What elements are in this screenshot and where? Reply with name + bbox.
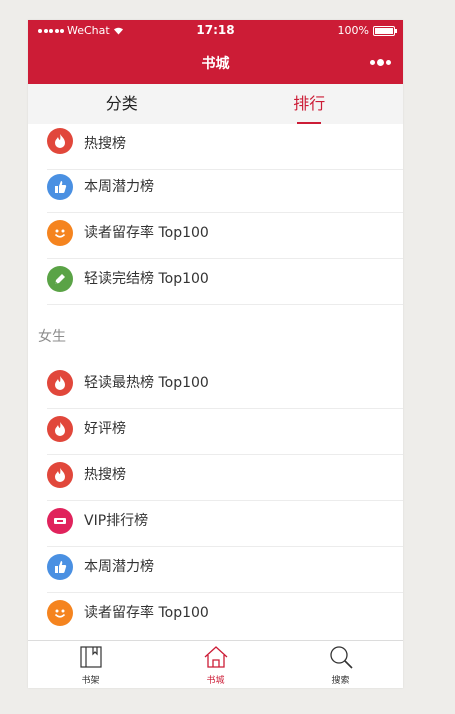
category-tabs: 分类 排行 — [28, 84, 403, 124]
list-item-label: 本周潜力榜 — [84, 559, 154, 575]
list-item-hot-search-female[interactable]: 热搜榜 — [47, 455, 403, 501]
list-item-weekly-potential-female[interactable]: 本周潜力榜 — [47, 547, 403, 593]
list-item-label: 热搜榜 — [84, 136, 126, 152]
list-item-label: 热搜榜 — [84, 467, 126, 483]
list-item-label: 好评榜 — [84, 421, 126, 437]
section-title-female: 女生 — [38, 329, 66, 345]
list-item-retention[interactable]: 读者留存率 Top100 — [47, 213, 403, 259]
ranking-list: 热搜榜 本周潜力榜 读者留存率 Top100 轻读完结榜 Top100 女生 轻… — [28, 124, 403, 638]
phone-screen: WeChat 17:18 100% 书城 分类 排行 热搜榜 本周潜力榜 读者留… — [28, 20, 403, 688]
smile-icon — [47, 220, 73, 246]
fire-icon — [47, 416, 73, 442]
list-item-label: 本周潜力榜 — [84, 179, 154, 195]
list-item-label: VIP排行榜 — [84, 513, 149, 529]
bottom-tab-label: 搜索 — [331, 676, 350, 686]
pen-icon — [47, 266, 73, 292]
list-item-label: 读者留存率 Top100 — [84, 225, 209, 241]
bottom-tab-label: 书架 — [81, 676, 100, 686]
list-item-hot-search[interactable]: 热搜榜 — [47, 124, 403, 170]
list-item-light-read-hottest[interactable]: 轻读最热榜 Top100 — [47, 363, 403, 409]
battery-indicator: 100% — [337, 24, 397, 37]
list-item-label: 读者留存率 Top100 — [84, 605, 209, 621]
list-item-completed[interactable]: 轻读完结榜 Top100 — [47, 259, 403, 305]
fire-icon — [47, 370, 73, 396]
thumbs-up-icon — [47, 554, 73, 580]
list-item-retention-female[interactable]: 读者留存率 Top100 — [47, 593, 403, 638]
page-title: 书城 — [201, 56, 230, 72]
list-item-label: 轻读完结榜 Top100 — [84, 271, 209, 287]
smile-icon — [47, 600, 73, 626]
battery-icon — [373, 25, 397, 36]
battery-percent: 100% — [337, 24, 369, 37]
bottom-tab-bookshelf[interactable]: 书架 — [28, 641, 153, 688]
list-item-vip[interactable]: VIP排行榜 — [47, 501, 403, 547]
status-bar: WeChat 17:18 100% — [28, 20, 403, 40]
list-item-weekly-potential[interactable]: 本周潜力榜 — [47, 167, 403, 213]
bottom-tab-label: 书城 — [206, 676, 225, 686]
bottom-tab-bar: 书架 书城 搜索 — [28, 640, 403, 688]
bookshelf-icon — [79, 646, 102, 668]
list-item-label: 轻读最热榜 Top100 — [84, 375, 209, 391]
ticket-icon — [47, 508, 73, 534]
tab-ranking[interactable]: 排行 — [216, 84, 404, 124]
fire-icon — [47, 462, 73, 488]
thumbs-up-icon — [47, 174, 73, 200]
home-icon — [204, 646, 227, 668]
nav-bar: 书城 — [28, 40, 403, 84]
bottom-tab-bookstore[interactable]: 书城 — [153, 641, 278, 688]
bottom-tab-search[interactable]: 搜索 — [278, 641, 403, 688]
search-icon — [329, 646, 353, 669]
list-item-good-reviews[interactable]: 好评榜 — [47, 409, 403, 455]
more-options-button[interactable] — [370, 59, 391, 66]
tab-category[interactable]: 分类 — [28, 84, 216, 124]
fire-icon — [47, 128, 73, 154]
